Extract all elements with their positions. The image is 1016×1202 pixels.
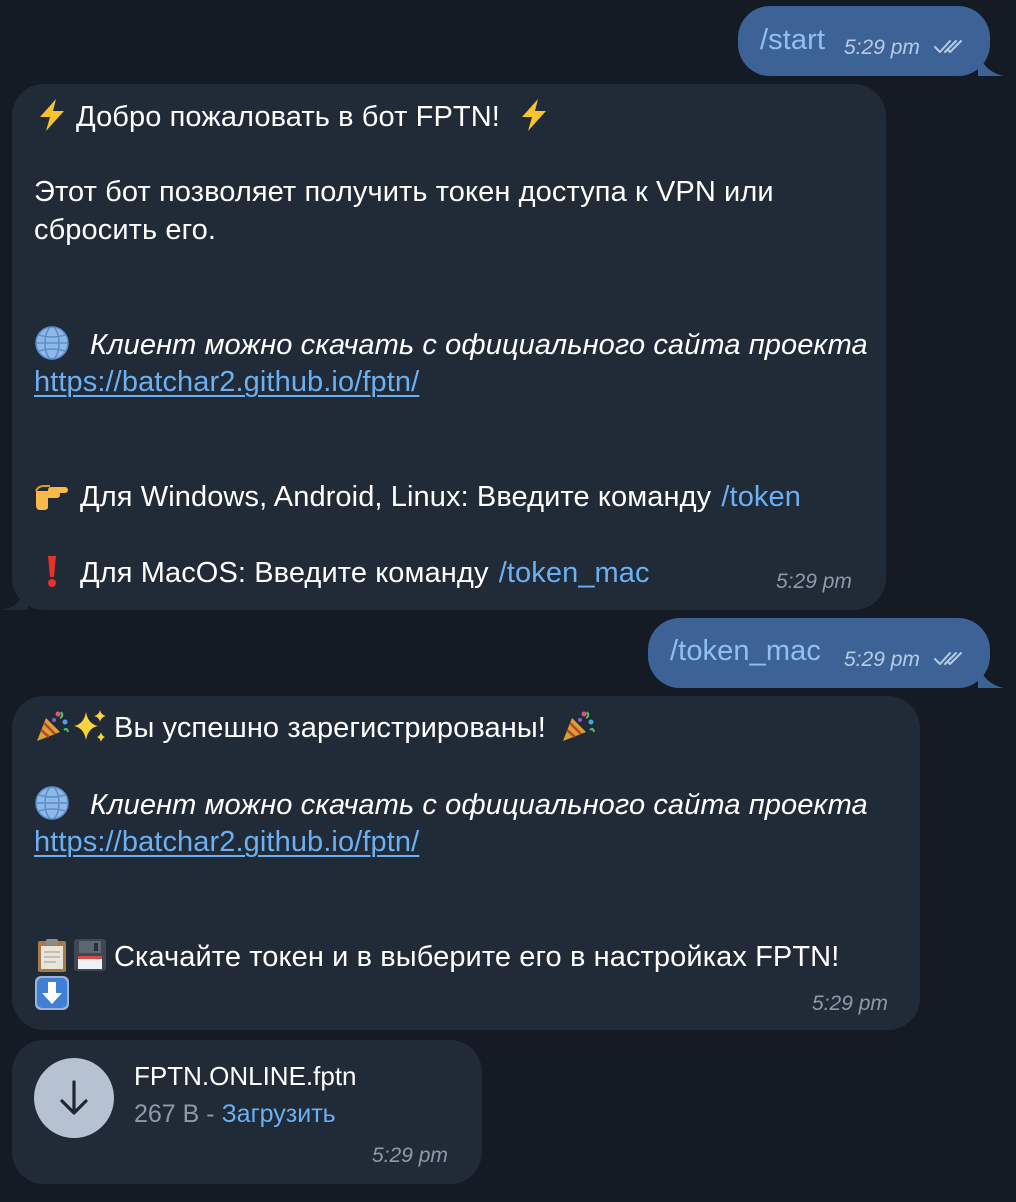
welcome-desc-line2: сбросить его. — [34, 214, 217, 246]
token-command-link[interactable]: /token — [721, 481, 801, 513]
bubble-tail — [978, 52, 1004, 76]
clipboard-icon — [34, 937, 70, 973]
high-voltage-icon — [34, 97, 70, 133]
message-text[interactable]: /start — [760, 21, 825, 59]
high-voltage-icon — [516, 97, 552, 133]
registered-instruction: Скачайте токен и в выберите его в настро… — [34, 937, 839, 976]
registered-title: Вы успешно зарегистрированы! — [34, 708, 602, 747]
sparkles-icon — [72, 708, 108, 744]
message-text[interactable]: /token_mac — [670, 632, 821, 670]
incoming-message-welcome[interactable]: Добро пожаловать в бот FPTN! Этот бот по… — [12, 84, 886, 610]
project-site-link[interactable]: https://batchar2.github.io/fptn/ — [34, 823, 419, 861]
welcome-title: Добро пожаловать в бот FPTN! — [34, 97, 558, 136]
file-name: FPTN.ONLINE.fptn — [134, 1061, 357, 1091]
registered-download-text: Клиент можно скачать с официального сайт… — [34, 785, 868, 824]
floppy-disk-icon — [72, 937, 108, 973]
exclamation-icon — [34, 553, 70, 589]
message-time: 5:29 pm — [844, 36, 920, 59]
message-time: 5:29 pm — [812, 992, 888, 1015]
welcome-desc-line1: Этот бот позволяет получить токен доступ… — [34, 176, 774, 208]
bubble-tail — [978, 664, 1004, 688]
bubble-tail — [2, 586, 28, 610]
registered-down-arrow — [34, 975, 76, 1014]
globe-icon — [34, 785, 70, 821]
file-download-link[interactable]: Загрузить — [222, 1100, 336, 1128]
party-popper-icon — [560, 708, 596, 744]
incoming-file-message[interactable]: FPTN.ONLINE.fptn 267 B - Загрузить 5:29 … — [12, 1040, 482, 1184]
party-popper-icon — [34, 708, 70, 744]
mac-instruction: Для MacOS: Введите команду /token_mac — [34, 553, 650, 592]
windows-instruction: Для Windows, Android, Linux: Введите ком… — [34, 477, 801, 516]
globe-icon — [34, 325, 70, 361]
project-site-link[interactable]: https://batchar2.github.io/fptn/ — [34, 363, 419, 401]
outgoing-message-start[interactable]: /start 5:29 pm — [738, 6, 990, 76]
token-mac-command-link[interactable]: /token_mac — [499, 557, 650, 589]
chat-history[interactable]: /start 5:29 pm Добро пожаловать в бот FP… — [0, 0, 1016, 1202]
file-meta: 267 B - Загрузить — [134, 1098, 336, 1130]
download-arrow-icon — [60, 1080, 88, 1115]
file-download-button[interactable] — [34, 1058, 114, 1138]
pointing-right-icon — [34, 477, 70, 513]
double-check-icon — [934, 650, 966, 668]
incoming-message-registered[interactable]: Вы успешно зарегистрированы! Клиент можн… — [12, 696, 920, 1030]
file-size: 267 B — [134, 1100, 200, 1128]
double-check-icon — [934, 38, 966, 56]
message-time: 5:29 pm — [372, 1144, 448, 1167]
file-separator: - — [199, 1100, 222, 1128]
message-time: 5:29 pm — [844, 648, 920, 671]
message-time: 5:29 pm — [776, 570, 852, 593]
outgoing-message-token-mac[interactable]: /token_mac 5:29 pm — [648, 618, 990, 688]
welcome-download-text: Клиент можно скачать с официального сайт… — [34, 325, 868, 364]
down-arrow-icon — [34, 975, 70, 1011]
